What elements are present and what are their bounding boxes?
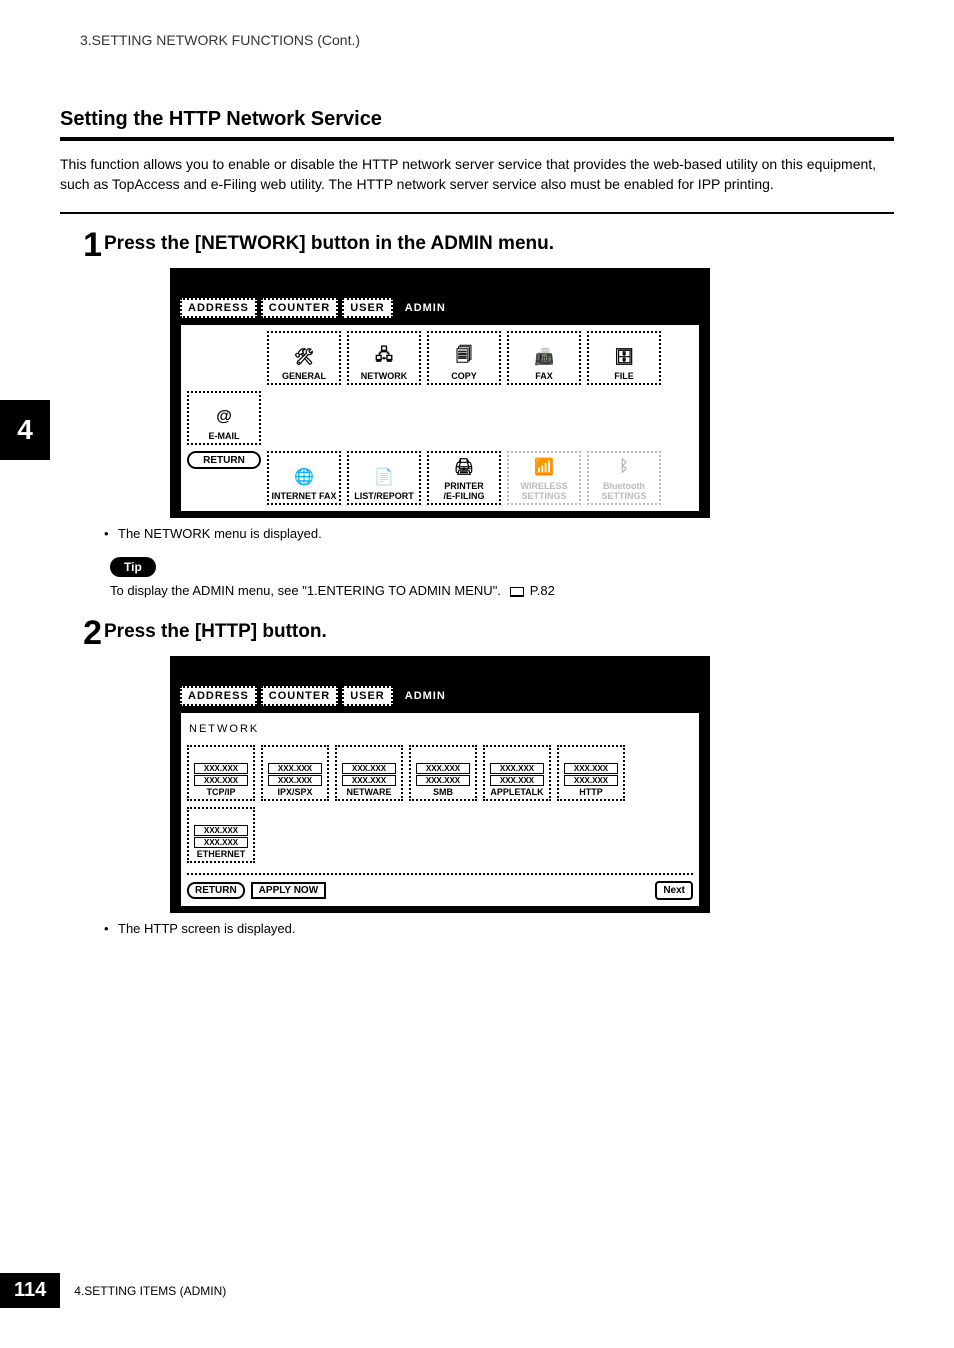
network-subheading: NETWORK — [189, 723, 693, 735]
network-button[interactable]: 🖧NETWORK — [347, 331, 421, 385]
ethernet-button[interactable]: XXX.XXXXXX.XXXETHERNET — [187, 807, 255, 863]
bluetooth-button: ᛒBluetooth SETTINGS — [587, 451, 661, 505]
fax-button[interactable]: 📠FAX — [507, 331, 581, 385]
tab-user[interactable]: USER — [342, 686, 393, 706]
email-button[interactable]: @E-MAIL — [187, 391, 261, 445]
rule-heavy — [60, 137, 894, 141]
email-icon: @ — [216, 403, 232, 431]
section-title: Setting the HTTP Network Service — [60, 108, 894, 131]
general-icon: 🛠 — [294, 343, 314, 371]
next-button[interactable]: Next — [655, 881, 693, 900]
printer-efiling-button[interactable]: 🖨PRINTER /E-FILING — [427, 451, 501, 505]
fax-icon: 📠 — [534, 343, 554, 371]
intro-paragraph: This function allows you to enable or di… — [60, 155, 894, 194]
copy-button[interactable]: 🗐COPY — [427, 331, 501, 385]
step-number-2: 2 — [60, 616, 102, 650]
chapter-tab: 4 — [0, 400, 50, 460]
list-report-icon: 📄 — [374, 463, 394, 491]
smb-button[interactable]: XXX.XXXXXX.XXXSMB — [409, 745, 477, 801]
netware-button[interactable]: XXX.XXXXXX.XXXNETWARE — [335, 745, 403, 801]
book-icon — [510, 587, 524, 597]
tab-counter[interactable]: COUNTER — [261, 298, 338, 318]
step-number-1: 1 — [60, 228, 102, 262]
rule-medium — [60, 212, 894, 214]
network-menu-screenshot: ADDRESS COUNTER USER ADMIN NETWORK XXX.X… — [170, 656, 710, 913]
file-icon: 🗄 — [614, 343, 634, 371]
network-icon: 🖧 — [375, 343, 393, 371]
page-number: 114 — [0, 1273, 60, 1308]
ipxspx-button[interactable]: XXX.XXXXXX.XXXIPX/SPX — [261, 745, 329, 801]
tip-text: To display the ADMIN menu, see "1.ENTERI… — [110, 583, 894, 598]
running-header: 3.SETTING NETWORK FUNCTIONS (Cont.) — [80, 32, 894, 48]
internet-fax-button[interactable]: 🌐INTERNET FAX — [267, 451, 341, 505]
appletalk-button[interactable]: XXX.XXXXXX.XXXAPPLETALK — [483, 745, 551, 801]
apply-now-button[interactable]: APPLY NOW — [251, 882, 326, 899]
copy-icon: 🗐 — [456, 343, 472, 371]
general-button[interactable]: 🛠GENERAL — [267, 331, 341, 385]
wireless-button: 📶WIRELESS SETTINGS — [507, 451, 581, 505]
step1-note: The NETWORK menu is displayed. — [110, 526, 894, 541]
wireless-icon: 📶 — [534, 453, 554, 481]
step2-note: The HTTP screen is displayed. — [110, 921, 894, 936]
step-title-1: Press the [NETWORK] button in the ADMIN … — [104, 228, 554, 257]
step-title-2: Press the [HTTP] button. — [104, 616, 327, 645]
file-button[interactable]: 🗄FILE — [587, 331, 661, 385]
printer-icon: 🖨 — [454, 453, 474, 481]
tab-admin[interactable]: ADMIN — [397, 298, 454, 318]
tab-admin[interactable]: ADMIN — [397, 686, 454, 706]
tab-address[interactable]: ADDRESS — [180, 298, 257, 318]
tab-address[interactable]: ADDRESS — [180, 686, 257, 706]
return-button[interactable]: RETURN — [187, 882, 245, 899]
tab-user[interactable]: USER — [342, 298, 393, 318]
tcpip-button[interactable]: XXX.XXXXXX.XXXTCP/IP — [187, 745, 255, 801]
bluetooth-icon: ᛒ — [619, 453, 629, 481]
footer-chapter: 4.SETTING ITEMS (ADMIN) — [74, 1284, 226, 1298]
internet-fax-icon: 🌐 — [294, 463, 314, 491]
return-button[interactable]: RETURN — [187, 451, 261, 469]
tab-counter[interactable]: COUNTER — [261, 686, 338, 706]
list-report-button[interactable]: 📄LIST/REPORT — [347, 451, 421, 505]
admin-menu-screenshot: ADDRESS COUNTER USER ADMIN 🛠GENERAL 🖧NET… — [170, 268, 710, 518]
http-button[interactable]: XXX.XXXXXX.XXXHTTP — [557, 745, 625, 801]
tip-badge: Tip — [110, 557, 156, 577]
